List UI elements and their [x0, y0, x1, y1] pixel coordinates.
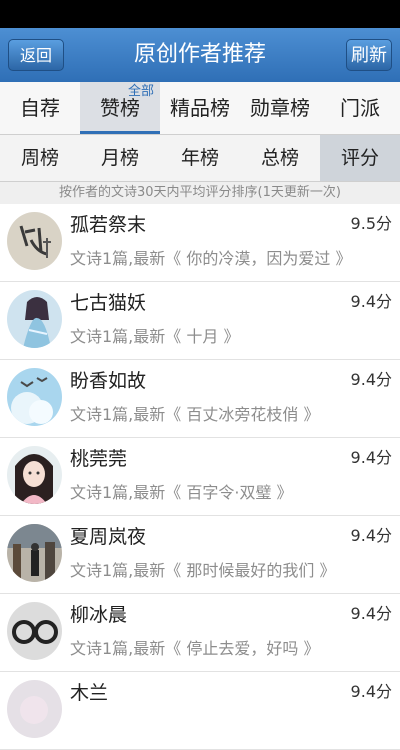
rating-score: 9.4分 [350, 526, 392, 545]
tab-label: 门派 [340, 96, 380, 120]
avatar[interactable] [7, 524, 62, 582]
list-item[interactable]: 孤若祭末 文诗1篇,最新《 你的冷漠，因为爱过 》 9.5分 [0, 204, 400, 282]
author-name[interactable]: 孤若祭末 [70, 210, 146, 237]
author-name[interactable]: 夏周岚夜 [70, 522, 146, 549]
tab-overall[interactable]: 总榜 [240, 135, 320, 181]
latest-work[interactable]: 文诗1篇,最新《 百字令·双璧 》 [70, 479, 293, 503]
list-item[interactable]: 盼香如故 文诗1篇,最新《 百丈冰旁花枝俏 》 9.4分 [0, 360, 400, 438]
latest-work[interactable]: 文诗1篇,最新《 停止去爱，好吗 》 [70, 635, 319, 659]
avatar[interactable] [7, 212, 62, 270]
tab-label: 精品榜 [170, 96, 230, 120]
avatar[interactable] [7, 602, 62, 660]
tab-likes[interactable]: 赞榜 全部 [80, 82, 160, 134]
secondary-tab-bar: 周榜 月榜 年榜 总榜 评分 [0, 135, 400, 182]
list-item[interactable]: 桃莞莞 文诗1篇,最新《 百字令·双璧 》 9.4分 [0, 438, 400, 516]
tab-featured[interactable]: 精品榜 [160, 82, 240, 134]
latest-work[interactable]: 文诗1篇,最新《 十月 》 [70, 323, 239, 347]
latest-work[interactable]: 文诗1篇,最新《 那时候最好的我们 》 [70, 557, 335, 581]
list-item[interactable]: 柳冰晨 文诗1篇,最新《 停止去爱，好吗 》 9.4分 [0, 594, 400, 672]
rating-score: 9.4分 [350, 448, 392, 467]
avatar[interactable] [7, 290, 62, 348]
author-name[interactable]: 木兰 [70, 678, 108, 705]
primary-tab-bar: 自荐 赞榜 全部 精品榜 勋章榜 门派 [0, 82, 400, 135]
tab-self-recommend[interactable]: 自荐 [0, 82, 80, 134]
rating-score: 9.5分 [350, 214, 392, 233]
rating-score: 9.4分 [350, 370, 392, 389]
tab-yearly[interactable]: 年榜 [160, 135, 240, 181]
tab-sects[interactable]: 门派 [320, 82, 400, 134]
all-badge: 全部 [127, 84, 154, 99]
tab-medals[interactable]: 勋章榜 [240, 82, 320, 134]
author-name[interactable]: 柳冰晨 [70, 600, 127, 627]
latest-work[interactable]: 文诗1篇,最新《 百丈冰旁花枝俏 》 [70, 401, 319, 425]
list-item[interactable]: 木兰 9.4分 [0, 672, 400, 750]
rating-score: 9.4分 [350, 604, 392, 623]
tab-label: 勋章榜 [250, 96, 310, 120]
avatar[interactable] [7, 368, 62, 426]
author-name[interactable]: 桃莞莞 [70, 444, 127, 471]
avatar[interactable] [7, 680, 62, 738]
rating-score: 9.4分 [350, 682, 392, 701]
refresh-button[interactable]: 刷新 [346, 39, 392, 71]
page-title: 原创作者推荐 [133, 42, 266, 67]
tab-label: 自荐 [20, 96, 60, 120]
author-name[interactable]: 七古猫妖 [70, 288, 146, 315]
ranking-note: 按作者的文诗30天内平均评分排序(1天更新一次) [0, 182, 400, 204]
list-item[interactable]: 七古猫妖 文诗1篇,最新《 十月 》 9.4分 [0, 282, 400, 360]
tab-monthly[interactable]: 月榜 [80, 135, 160, 181]
tab-rating[interactable]: 评分 [320, 135, 400, 181]
latest-work[interactable]: 文诗1篇,最新《 你的冷漠，因为爱过 》 [70, 245, 351, 269]
avatar[interactable] [7, 446, 62, 504]
author-name[interactable]: 盼香如故 [70, 366, 146, 393]
status-bar [0, 0, 400, 28]
list-item[interactable]: 夏周岚夜 文诗1篇,最新《 那时候最好的我们 》 9.4分 [0, 516, 400, 594]
nav-bar: 返回 原创作者推荐 刷新 [0, 28, 400, 83]
author-list: 孤若祭末 文诗1篇,最新《 你的冷漠，因为爱过 》 9.5分 七古猫妖 文诗1篇… [0, 204, 400, 750]
tab-weekly[interactable]: 周榜 [0, 135, 80, 181]
rating-score: 9.4分 [350, 292, 392, 311]
